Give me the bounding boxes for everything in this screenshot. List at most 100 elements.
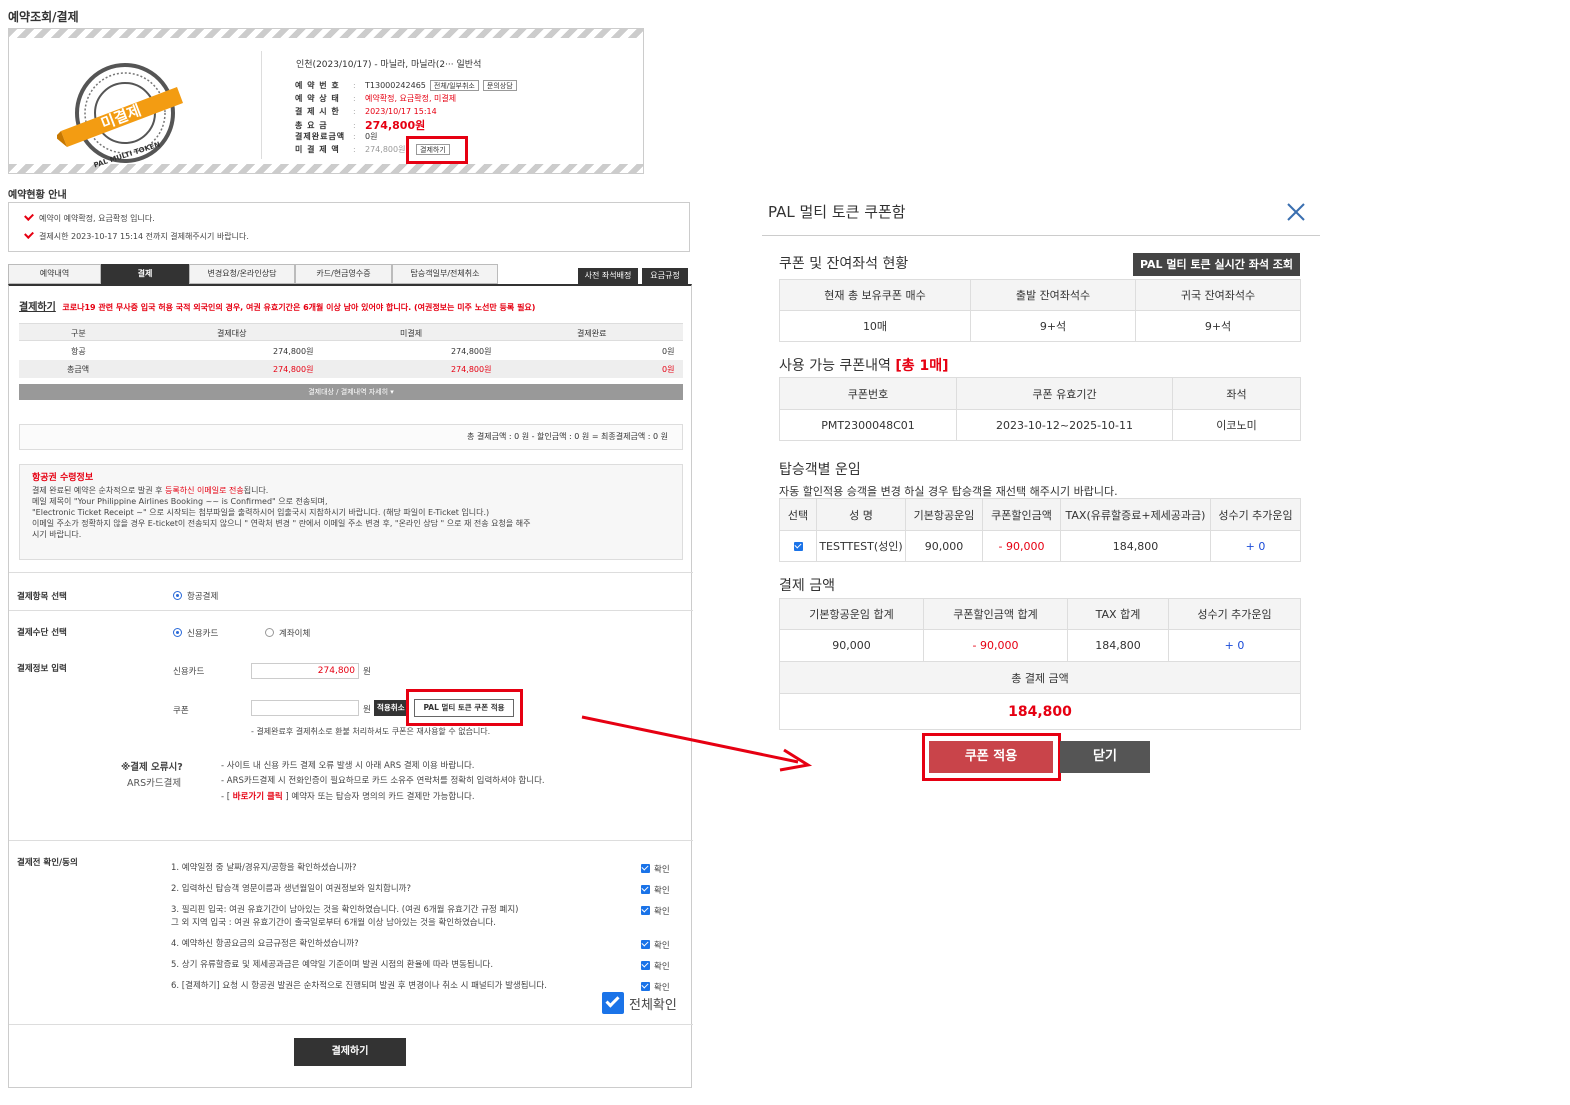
unpaid-stamp-icon: 미결제 PAL MULTI TOKEN: [57, 63, 183, 169]
ars-line-1: - 사이트 내 신용 카드 결제 오류 발생 시 아래 ARS 결제 이용 바랍…: [221, 761, 475, 771]
ticket-info-line: "Electronic Ticket Receipt ~" 으로 시작되는 첨부…: [32, 508, 490, 517]
agree-check-1[interactable]: 확인: [641, 863, 670, 875]
covid-notice: 코로나19 관련 무사증 입국 허용 국적 외국인의 경우, 여권 유효기간은 …: [62, 303, 536, 312]
ars-label: ARS카드결제: [127, 778, 182, 789]
total-pay-value: 184,800: [779, 693, 1301, 730]
ticket-info-line: 결제 완료된 예약은 순차적으로 발권 후 등록하신 이메일로 전송됩니다.: [32, 486, 269, 495]
agree-item-4: 4. 예약하신 항공요금의 요금규정은 확인하셨습니까?: [171, 939, 359, 949]
divider: [9, 840, 693, 841]
radio-selected-icon: [173, 591, 182, 600]
pay-amount-title: 결제 금액: [779, 578, 835, 594]
divider: [9, 610, 693, 611]
check-icon: [24, 211, 34, 221]
modal-close-button[interactable]: 닫기: [1060, 741, 1150, 773]
agree-item-5: 5. 상기 유류할증료 및 제세공과금은 예약일 기준이며 발권 시점의 환율에…: [171, 960, 494, 970]
coupon-note: - 결제완료후 결제취소로 환불 처리하셔도 쿠폰은 재사용할 수 없습니다.: [251, 727, 491, 736]
coupon-cancel-button[interactable]: 적용취소: [374, 700, 408, 716]
coupon-row: PMT2300048C01 2023-10-12~2025-10-11 이코노미: [779, 409, 1301, 441]
divider: [9, 572, 693, 573]
checkbox-checked-icon: [641, 906, 650, 915]
ticket-info-title: 항공권 수령정보: [32, 473, 94, 483]
payment-error-title: ※결제 오류시?: [121, 762, 183, 773]
checkbox-checked-icon: [641, 982, 650, 991]
row-reservation-number: 예 약 번 호: T13000242465 전체/일부취소 문의상담: [295, 80, 517, 91]
cancel-reservation-button[interactable]: 전체/일부취소: [429, 80, 479, 91]
row-reservation-status: 예 약 상 태: 예약확정, 요금확정, 미결제: [295, 94, 457, 103]
consult-button[interactable]: 문의상담: [482, 80, 517, 91]
table-row: 총금액 274,800원 274,800원 0원: [19, 360, 683, 378]
card-label: 신용카드: [173, 667, 205, 677]
tab-payment[interactable]: 결제: [101, 264, 189, 284]
detail-toggle[interactable]: 결제대상 / 결제내역 자세히 ▾: [19, 384, 683, 400]
agree-item-2: 2. 입력하신 탑승객 영문이름과 생년월일이 여권정보와 일치합니까?: [171, 884, 411, 894]
close-icon[interactable]: [1286, 202, 1306, 222]
tab-bar: 예약내역 결제 변경요청/온라인상담 카드/현금영수증 탑승객일부/전체취소 사…: [8, 264, 692, 284]
ticket-info-line: 시기 바랍니다.: [32, 530, 82, 539]
method-select-label: 결제수단 선택: [17, 628, 67, 638]
payment-table-header: 구분 결제대상 미결제 결제완료: [19, 323, 683, 341]
agree-check-2[interactable]: 확인: [641, 884, 670, 896]
table-row: 항공 274,800원 274,800원 0원: [71, 347, 675, 356]
method-option-card[interactable]: 신용카드: [173, 627, 218, 639]
checkbox-checked-icon: [602, 992, 624, 1014]
item-select-label: 결제항목 선택: [17, 592, 67, 602]
reservation-summary: 미결제 PAL MULTI TOKEN 인천(2023/10/17) - 마닐라…: [8, 28, 644, 174]
agree-check-4[interactable]: 확인: [641, 939, 670, 951]
agree-item-1: 1. 예약일정 중 날짜/경유지/공항을 확인하셨습니까?: [171, 863, 357, 873]
agree-check-3[interactable]: 확인: [641, 905, 670, 917]
highlight-pay-button: [406, 136, 468, 164]
agree-item-3-extra: 그 외 지역 입국 : 여권 유효기간이 출국일로부터 6개월 이상 남아있는 …: [171, 918, 496, 928]
checkbox-checked-icon: [641, 885, 650, 894]
notice-line: 예약이 예약확정, 요금확정 입니다.: [24, 211, 155, 224]
payment-info-label: 결제정보 입력: [17, 664, 67, 674]
stripe-top: [9, 29, 643, 38]
page-title: 예약조회/결제: [8, 10, 79, 24]
card-amount-input[interactable]: 274,800: [251, 663, 359, 679]
notice-line: 결제시한 2023-10-17 15:14 전까지 결제해주시기 바랍니다.: [24, 229, 249, 242]
won-label: 원: [363, 705, 371, 715]
item-option-air[interactable]: 항공결제: [173, 590, 218, 602]
tab-reservation[interactable]: 예약내역: [8, 264, 101, 284]
status-title: 쿠폰 및 잔여좌석 현황: [779, 256, 909, 272]
agree-check-5[interactable]: 확인: [641, 960, 670, 972]
submit-payment-button[interactable]: 결제하기: [294, 1038, 406, 1066]
tab-cancel[interactable]: 탑승객일부/전체취소: [392, 264, 498, 284]
modal-title: PAL 멀티 토큰 쿠폰함: [768, 203, 906, 221]
tab-receipt[interactable]: 카드/현금영수증: [295, 264, 392, 284]
payment-heading-line: 결제하기 코로나19 관련 무사증 입국 허용 국적 외국인의 경우, 여권 유…: [19, 298, 683, 313]
highlight-coupon-button: [406, 689, 523, 726]
coupons-title: 사용 가능 쿠폰내역 [총 1매]: [779, 358, 949, 374]
row-unpaid-amount: 미 결 제 액: 274,800원: [295, 145, 406, 154]
ticket-info-line: 이메일 주소가 정확하지 않을 경우 E-ticket이 전송되지 않으니 " …: [32, 519, 531, 528]
radio-icon: [265, 628, 274, 637]
ticket-info-line: 메일 제목이 "Your Philippine Airlines Booking…: [32, 497, 328, 506]
coupon-label: 쿠폰: [173, 706, 189, 716]
passenger-select[interactable]: [779, 530, 817, 562]
divider: [261, 51, 262, 159]
agree-item-3: 3. 필리핀 입국: 여권 유효기간이 남아있는 것을 확인하였습니다. (여권…: [171, 905, 519, 915]
checkbox-checked-icon: [793, 541, 803, 551]
highlight-apply-button: [922, 733, 1061, 781]
ars-line-2: - ARS카드결제 시 전화인증이 필요하므로 카드 소유주 연락처를 정확히 …: [221, 776, 545, 786]
pay-amount-table: 기본항공운임 합계 쿠폰할인금액 합계 TAX 합계 성수기 추가운임 90,000-…: [779, 598, 1301, 730]
won-label: 원: [363, 667, 371, 677]
coupon-amount-input[interactable]: [251, 700, 359, 716]
fare-rules-button[interactable]: 요금규정: [642, 268, 688, 284]
tab-change-request[interactable]: 변경요청/온라인상담: [189, 264, 295, 284]
checkbox-checked-icon: [641, 940, 650, 949]
ars-line-3: - [ 바로가기 클릭 ] 예약자 또는 탑승자 명의의 카드 결제만 가능합니…: [221, 792, 475, 802]
checkbox-checked-icon: [641, 864, 650, 873]
status-table: 현재 총 보유쿠폰 매수 출발 잔여좌석수 귀국 잔여좌석수 10매 9+석 9+석: [779, 279, 1301, 342]
check-icon: [24, 229, 34, 239]
radio-selected-icon: [173, 628, 182, 637]
method-option-transfer[interactable]: 계좌이체: [265, 627, 310, 639]
notice-box: 예약이 예약확정, 요금확정 입니다. 결제시한 2023-10-17 15:1…: [8, 202, 690, 252]
checkbox-checked-icon: [641, 961, 650, 970]
passenger-row: TESTTEST(성인) 90,000 - 90,000 184,800 + 0: [779, 530, 1301, 562]
route-title: 인천(2023/10/17) - 마닐라, 마닐라(2··· 일반석: [296, 60, 482, 70]
seat-assign-button[interactable]: 사전 좌석배정: [578, 268, 638, 284]
notice-title: 예약현황 안내: [8, 190, 67, 201]
agree-all-check[interactable]: 전체확인: [602, 992, 677, 1014]
realtime-seat-button[interactable]: PAL 멀티 토큰 실시간 좌석 조회: [1133, 253, 1300, 276]
ars-shortcut-link[interactable]: 바로가기 클릭: [233, 792, 283, 802]
